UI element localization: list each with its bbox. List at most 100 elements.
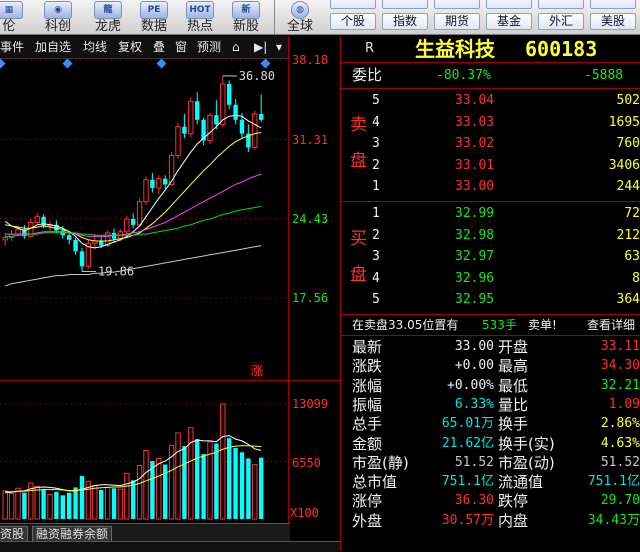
volume-bar: [136, 464, 143, 520]
forecast-button[interactable]: 预测: [197, 39, 221, 55]
stock-prefix: R: [365, 41, 375, 56]
stat-value: 1.09: [608, 396, 640, 412]
pe-icon: PE: [140, 1, 168, 19]
volume-bar: [214, 443, 219, 519]
buy-price[interactable]: 32.95: [455, 291, 494, 309]
tab-us-stock[interactable]: 美股: [590, 13, 636, 30]
candle-body: [143, 179, 149, 203]
window-button[interactable]: 窗: [175, 39, 187, 55]
toolbar-divider: [274, 0, 275, 34]
stat-label: 流通值: [498, 473, 544, 492]
tab-row1-6[interactable]: [590, 0, 636, 9]
candle-body: [182, 126, 187, 134]
volume-bar: [99, 490, 104, 519]
toolbar-button-global[interactable]: ◍ 全球: [280, 0, 320, 34]
buy-price[interactable]: 32.99: [455, 205, 494, 223]
stat-value: 21.62亿: [441, 435, 494, 451]
tab-fund[interactable]: 基金: [486, 13, 532, 30]
tab-stock[interactable]: 个股: [330, 13, 376, 30]
sell-price[interactable]: 33.04: [455, 92, 494, 110]
app-icon: ▦: [0, 1, 23, 19]
tab-forex[interactable]: 外汇: [538, 13, 584, 30]
stat-value: 36.30: [454, 493, 494, 509]
add-watchlist-button[interactable]: 加自选: [35, 39, 71, 55]
tab-row1-1[interactable]: [330, 0, 376, 9]
volume-bar: [15, 487, 21, 520]
sell-price[interactable]: 33.00: [455, 178, 494, 196]
moving-average-button[interactable]: 均线: [83, 39, 107, 55]
stat-value: 33.00: [454, 339, 494, 354]
buy-price[interactable]: 32.98: [455, 227, 494, 245]
overlay-button[interactable]: 叠: [153, 39, 165, 55]
toolbar-button-hot[interactable]: HOT 热点: [180, 0, 220, 34]
volume-bar: [41, 490, 46, 519]
buy-price[interactable]: 32.97: [455, 248, 494, 266]
volume-bar: [227, 438, 232, 519]
buy-level: 4: [372, 270, 380, 286]
candle-body: [214, 115, 219, 125]
stat-label: 振幅: [352, 395, 383, 414]
candle-body: [150, 179, 155, 188]
view-detail-link[interactable]: 查看详细: [587, 316, 635, 334]
volume-bar: [73, 487, 78, 519]
toolbar-button-ipo[interactable]: 新 新股: [226, 0, 266, 34]
tab-row1-4[interactable]: [486, 0, 532, 9]
divider: [341, 335, 640, 336]
volume-bar: [156, 457, 162, 520]
stat-label: 总市值: [352, 473, 398, 492]
sell-volume: 760: [616, 136, 640, 151]
tab-row1-5[interactable]: [538, 0, 584, 9]
volume-unit: X100: [290, 506, 319, 520]
chart-toolbar: 事件 加自选 均线 复权 叠 窗 预测 ⌂ ▶| ▾: [0, 36, 290, 59]
sell-price[interactable]: 33.03: [455, 114, 494, 132]
stock-code: 600183: [525, 37, 598, 61]
volume-bar: [182, 446, 187, 519]
volume-bar: [239, 452, 245, 519]
toolbar-button-kechuang[interactable]: ◉ 科创: [38, 0, 78, 34]
toolbar-button-longhu[interactable]: 龍 龙虎: [88, 0, 128, 34]
volume-bar: [117, 488, 124, 520]
sell-price[interactable]: 33.02: [455, 135, 494, 153]
tab-row1-2[interactable]: [382, 0, 428, 9]
buy-price[interactable]: 32.96: [455, 270, 494, 288]
buy-level: 5: [372, 292, 380, 307]
candle-body: [67, 235, 72, 240]
toolbar-button-0[interactable]: ▦ 伦: [0, 0, 24, 34]
candle-body: [207, 114, 213, 142]
volume-bar: [124, 472, 130, 520]
tab-index[interactable]: 指数: [382, 13, 428, 30]
adjust-button[interactable]: 复权: [118, 39, 142, 55]
stat-value: 6.33%: [454, 396, 494, 412]
low-price-label: 19.86: [98, 264, 134, 278]
alert-text[interactable]: 在卖盘33.05位置有: [352, 316, 458, 334]
sell-price[interactable]: 33.01: [455, 157, 494, 175]
stat-label: 外盘: [352, 511, 383, 530]
next-icon[interactable]: ▶|: [254, 39, 267, 55]
stat-label: 最新: [352, 338, 383, 356]
divider: [341, 201, 640, 202]
sell-level: 5: [372, 93, 380, 108]
stat-label: 总手: [352, 415, 383, 434]
dropdown-icon[interactable]: ▾: [276, 39, 282, 55]
volume-bar: [220, 403, 226, 520]
buy-volume: 63: [624, 249, 640, 264]
stat-value: 4.63%: [600, 435, 640, 451]
lock-icon[interactable]: ⌂: [232, 39, 240, 55]
volume-chart[interactable]: [0, 381, 288, 522]
event-button[interactable]: 事件: [0, 39, 24, 55]
volume-tick-2: 6550: [292, 456, 321, 470]
volume-tick-1: 13099: [292, 397, 329, 411]
chart-axis-separator: [288, 36, 289, 523]
candlestick-chart[interactable]: 36.80 19.86: [0, 58, 288, 380]
buy-level: 2: [372, 227, 380, 243]
volume-bar: [111, 488, 117, 519]
toolbar-button-data[interactable]: PE 数据: [134, 0, 174, 34]
alert-action: 卖单!: [528, 318, 557, 332]
stat-label: 开盘: [498, 338, 529, 356]
candle-body: [156, 178, 162, 189]
volume-bar: [104, 486, 111, 520]
volume-bar: [233, 447, 238, 519]
tab-futures[interactable]: 期货: [434, 13, 480, 30]
candle-body: [34, 216, 40, 224]
tab-row1-3[interactable]: [434, 0, 480, 9]
